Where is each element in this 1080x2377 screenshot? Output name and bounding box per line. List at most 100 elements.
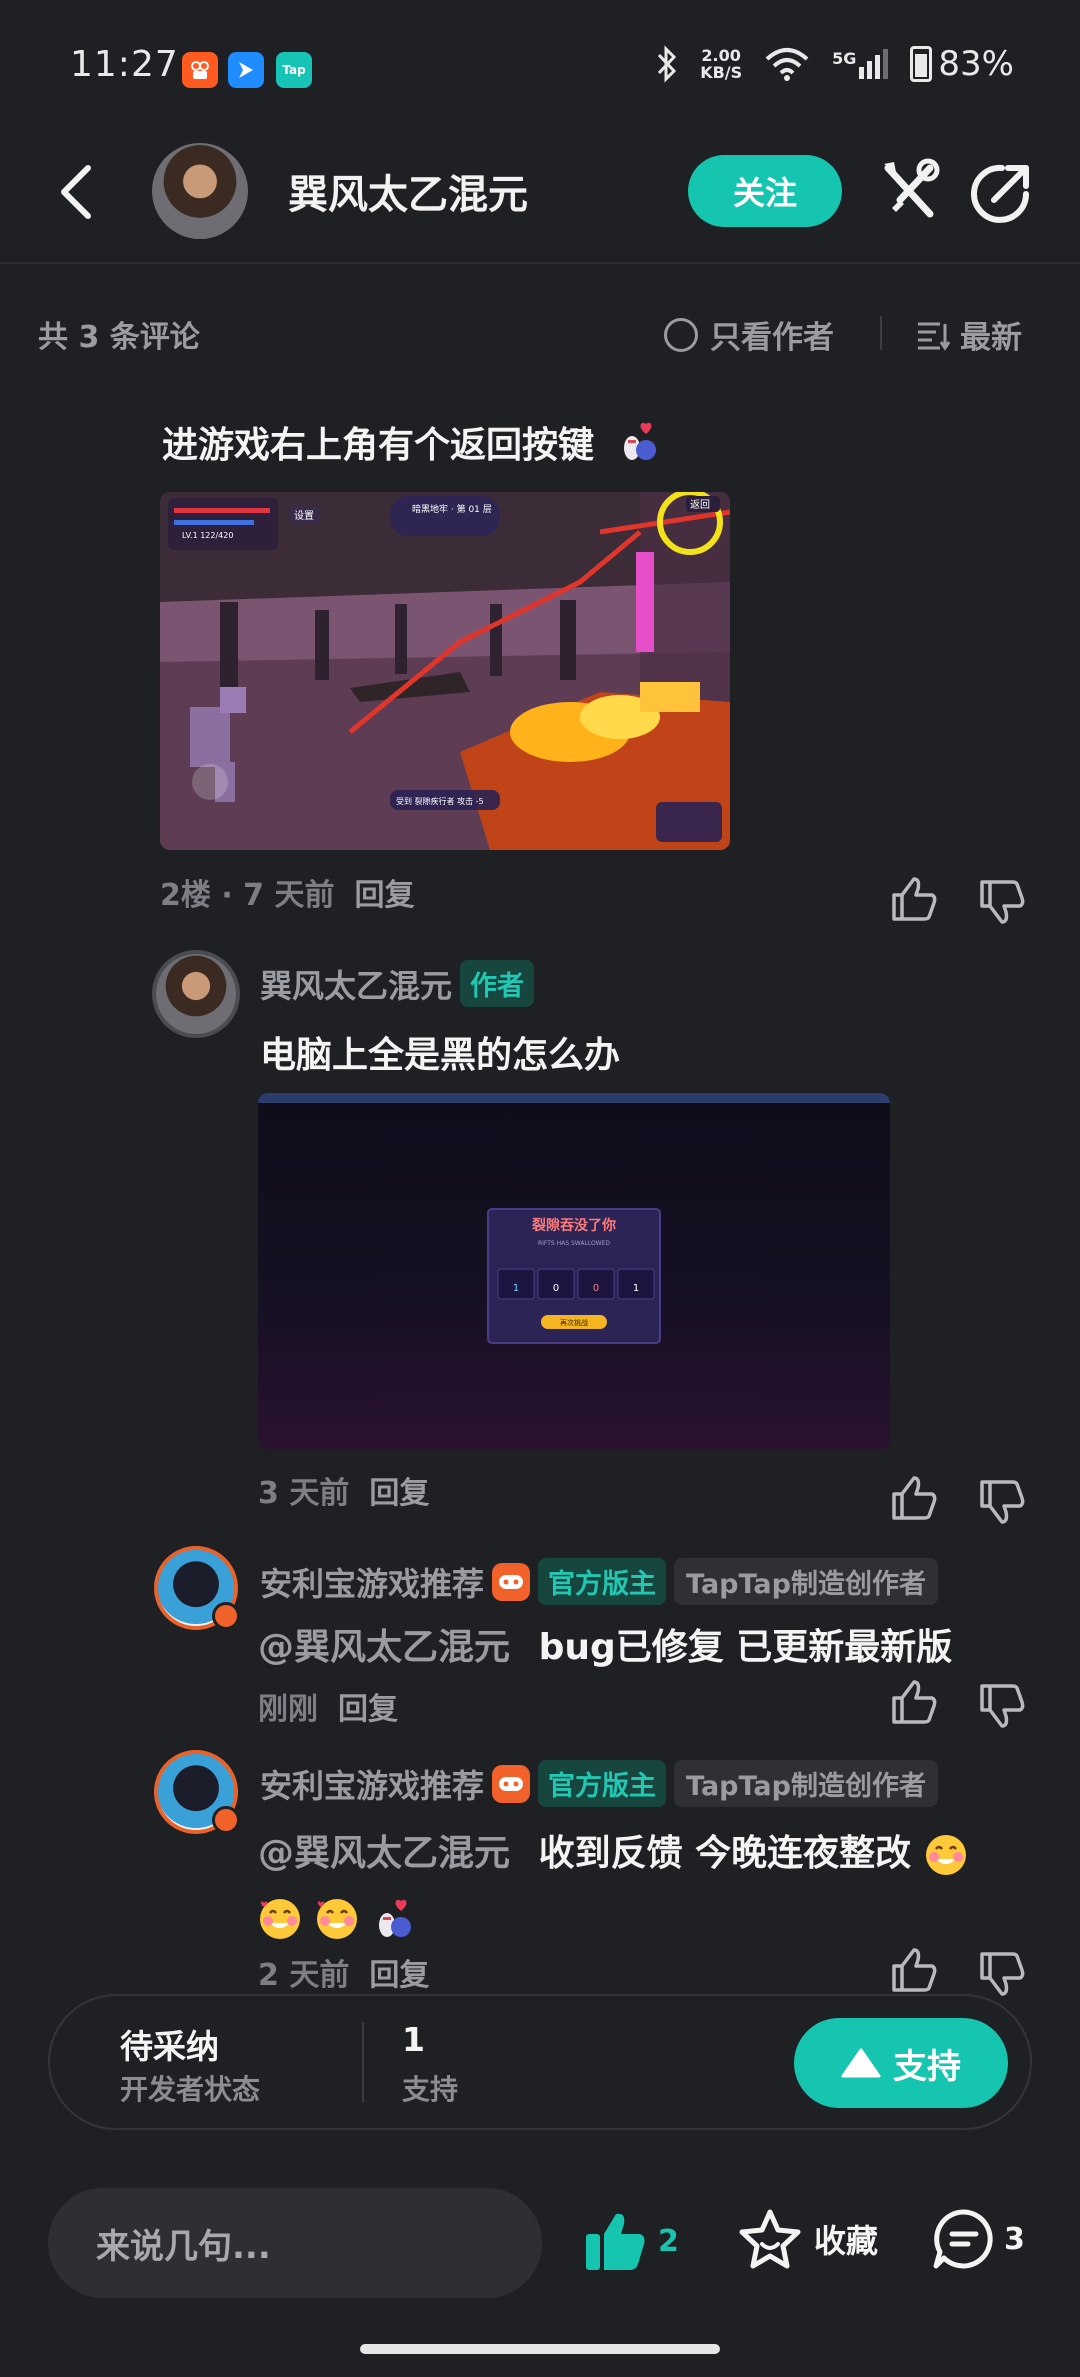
moderator-avatar[interactable] [154, 1546, 240, 1630]
favorite-button[interactable]: 收藏 [738, 2208, 878, 2270]
reply-avatar[interactable] [152, 950, 240, 1038]
moderator-row: 安利宝游戏推荐 官方版主 TapTap制造创作者 [260, 1760, 938, 1807]
reply-link[interactable]: 回复 [338, 1692, 398, 1727]
support-button[interactable]: 支持 [794, 2018, 1008, 2108]
share-icon[interactable] [968, 160, 1034, 226]
reply-meta: 3 天前 回复 [258, 1468, 429, 1512]
like-button[interactable]: 2 [584, 2210, 679, 2272]
comment-button[interactable]: 3 [932, 2208, 1025, 2270]
game-back-label: 返回 [690, 499, 710, 511]
like-icon[interactable] [888, 1676, 940, 1728]
follow-button[interactable]: 关注 [688, 155, 842, 227]
sort-button[interactable]: 最新 [916, 312, 1022, 357]
reply-text: 电脑上全是黑的怎么办 [260, 1035, 621, 1076]
dev-status-value: 待采纳 [120, 2027, 219, 2066]
author-only-label: 只看作者 [710, 320, 834, 356]
reply-time: 刚刚 [258, 1692, 318, 1727]
reply-time: 3 天前 [258, 1476, 350, 1511]
comment-screenshot-2[interactable]: 裂隙吞没了你 RIFTS HAS SWALLOWED 1 0 0 1 再次挑战 [258, 1093, 890, 1450]
moderator-reply-body: bug已修复 已更新最新版 [538, 1627, 953, 1668]
creator-badge: TapTap制造创作者 [674, 1760, 938, 1807]
bowling-emoji-icon [624, 422, 657, 460]
reply-link[interactable]: 回复 [369, 1476, 429, 1511]
moderator-reply-text: @巽风太乙混元 收到反馈 今晚连夜整改 [258, 1822, 1038, 1950]
dungeon-title: 暗黑地牢 · 第 01 层 [412, 503, 492, 515]
wifi-icon [765, 48, 809, 81]
like-icon[interactable] [888, 1472, 940, 1524]
home-indicator[interactable] [360, 2344, 720, 2354]
dislike-icon[interactable] [976, 1680, 1028, 1732]
header-divider [0, 262, 1080, 264]
floor-meta: 2楼 · 7 天前 回复 [160, 870, 414, 914]
chat-bubble-icon [933, 2209, 993, 2269]
reply-link[interactable]: 回复 [354, 878, 414, 913]
attack-text: 受到 裂隙疾行者 攻击 -5 [396, 796, 484, 806]
dialog-title: 裂隙吞没了你 [531, 1217, 616, 1234]
bluetooth-icon [658, 45, 677, 83]
reply-author-row: 巽风太乙混元 作者 [260, 960, 535, 1007]
radio-icon[interactable] [664, 317, 698, 352]
game-scene: 设置 暗黑地牢 · 第 01 层 LV.1 122/420 返回 受到 裂隙疾行… [160, 492, 730, 850]
status-time: 11:27 [70, 44, 179, 85]
support-label: 支持 [402, 2073, 459, 2106]
stat-value: 0 [553, 1283, 559, 1294]
dislike-icon[interactable] [976, 876, 1028, 928]
grin-emoji-icon [925, 1835, 966, 1875]
mention[interactable]: @巽风太乙混元 [258, 1627, 510, 1668]
comment-count-badge: 3 [1004, 2221, 1025, 2257]
moderator-name[interactable]: 安利宝游戏推荐 [260, 1761, 484, 1807]
header-avatar[interactable] [152, 143, 248, 239]
sort-label: 最新 [960, 320, 1022, 356]
moderator-row: 安利宝游戏推荐 官方版主 TapTap制造创作者 [260, 1558, 938, 1605]
stat-value: 1 [513, 1283, 519, 1294]
author-only-filter[interactable]: 只看作者 [664, 312, 834, 357]
grin-emoji-icon [260, 1899, 300, 1939]
official-moderator-badge: 官方版主 [538, 1558, 667, 1605]
star-icon [739, 2209, 801, 2269]
battery-level: 83% [938, 44, 1014, 84]
bowling-emoji-icon [379, 1899, 412, 1937]
retry-button: 再次挑战 [560, 1318, 588, 1327]
author-badge: 作者 [460, 960, 535, 1007]
dislike-icon[interactable] [976, 1476, 1028, 1528]
like-icon[interactable] [888, 873, 940, 925]
card-separator [362, 2022, 364, 2102]
feishu-app-icon [228, 52, 264, 88]
tools-icon[interactable] [878, 158, 940, 224]
comment-count: 共 3 条评论 [38, 320, 200, 355]
battery-icon [910, 46, 933, 82]
stat-value: 0 [593, 1283, 599, 1294]
sort-icon [918, 322, 950, 351]
support-button-label: 支持 [893, 2047, 961, 2086]
moderator-reply-text: @巽风太乙混元 bug已修复 已更新最新版 [258, 1618, 952, 1670]
mention[interactable]: @巽风太乙混元 [258, 1833, 510, 1874]
taptap-app-icon: Tap [276, 52, 312, 88]
moderator-avatar[interactable] [154, 1750, 240, 1834]
gamepad-icon [492, 1764, 531, 1803]
grin-emoji-icon [316, 1899, 357, 1939]
dislike-icon[interactable] [976, 1948, 1028, 2000]
dev-status-label: 开发者状态 [120, 2073, 261, 2106]
dialog-subtitle: RIFTS HAS SWALLOWED [538, 1240, 610, 1247]
support-count: 1 [402, 2020, 425, 2059]
signal-icon: 5G [832, 49, 889, 79]
like-icon[interactable] [888, 1944, 940, 1996]
creator-badge: TapTap制造创作者 [674, 1558, 938, 1605]
header-username[interactable]: 巽风太乙混元 [288, 162, 528, 220]
moderator-badge-icon [212, 1602, 240, 1630]
comment-input[interactable]: 来说几句... [48, 2188, 542, 2298]
like-count: 2 [658, 2223, 679, 2259]
moderator-name[interactable]: 安利宝游戏推荐 [260, 1559, 484, 1605]
stat-value: 1 [633, 1283, 639, 1294]
moderator-reply-body: 收到反馈 今晚连夜整改 [538, 1833, 912, 1874]
game-over-scene: 裂隙吞没了你 RIFTS HAS SWALLOWED 1 0 0 1 再次挑战 [258, 1093, 890, 1344]
filter-separator [880, 316, 882, 350]
reply-time: 2 天前 [258, 1958, 350, 1993]
reply-link[interactable]: 回复 [369, 1958, 429, 1993]
floor-meta-time: 2楼 · 7 天前 [160, 878, 335, 913]
settings-label: 设置 [294, 510, 314, 522]
comment-screenshot-1[interactable]: 设置 暗黑地牢 · 第 01 层 LV.1 122/420 返回 受到 裂隙疾行… [160, 492, 730, 850]
floor-comment-text: 进游戏右上角有个返回按键 [162, 416, 660, 468]
reply-author-name[interactable]: 巽风太乙混元 [260, 961, 452, 1007]
back-icon[interactable] [56, 162, 96, 222]
